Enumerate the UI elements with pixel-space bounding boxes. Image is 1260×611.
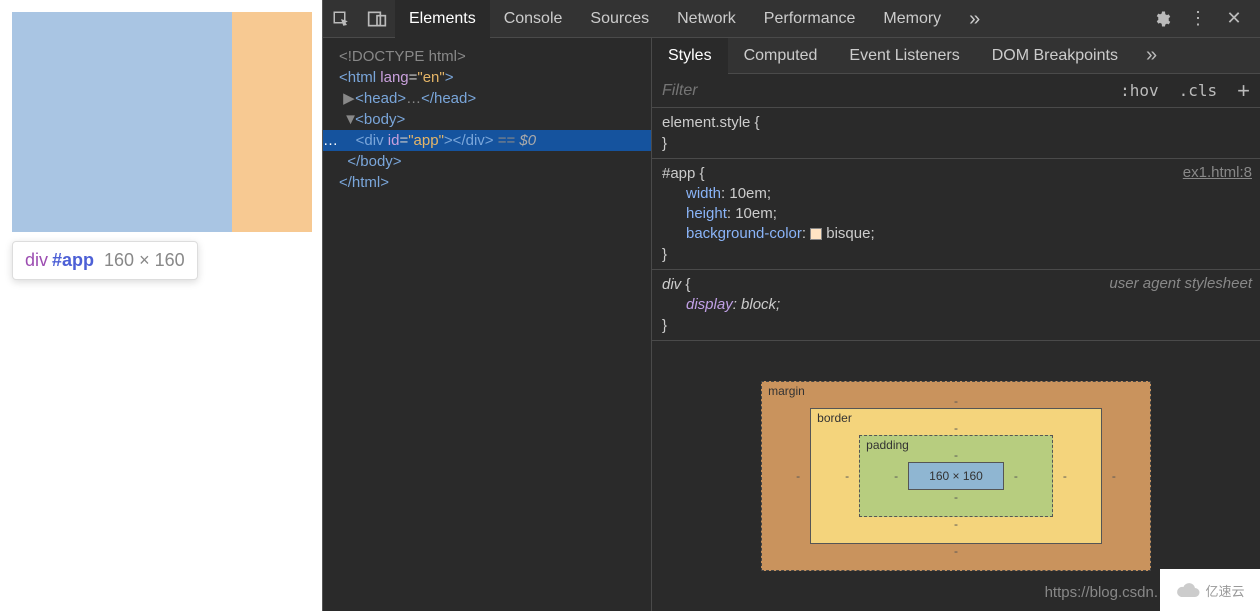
padding-label: padding <box>866 438 909 452</box>
dom-body-close[interactable]: </body> <box>323 151 651 172</box>
styles-filter-row: :hov .cls + <box>652 74 1260 108</box>
tooltip-selector: #app <box>52 250 94 270</box>
cls-toggle[interactable]: .cls <box>1169 81 1228 100</box>
tooltip-tag: div <box>25 250 48 270</box>
dom-tree-panel[interactable]: <!DOCTYPE html> <html lang="en"> ▶<head>… <box>323 38 652 611</box>
csdn-watermark: https://blog.csdn. <box>1045 584 1158 601</box>
tabs-more-icon[interactable]: » <box>955 0 994 38</box>
stab-event-listeners[interactable]: Event Listeners <box>833 38 975 74</box>
toolbar-right: ⋮ ✕ <box>1144 5 1260 33</box>
page-body-box <box>12 12 312 232</box>
hov-toggle[interactable]: :hov <box>1110 81 1169 100</box>
tab-network[interactable]: Network <box>663 0 750 38</box>
stab-styles[interactable]: Styles <box>652 38 728 74</box>
rule-element-style[interactable]: element.style { } <box>652 108 1260 159</box>
content-box: 160 × 160 <box>908 462 1004 490</box>
dom-doctype[interactable]: <!DOCTYPE html> <box>323 46 651 67</box>
dom-html-open[interactable]: <html lang="en"> <box>323 67 651 88</box>
tab-sources[interactable]: Sources <box>576 0 663 38</box>
devtools-window: Elements Console Sources Network Perform… <box>323 0 1260 611</box>
border-label: border <box>817 411 852 425</box>
styles-filter-input[interactable] <box>652 82 1110 100</box>
tab-console[interactable]: Console <box>490 0 577 38</box>
stab-computed[interactable]: Computed <box>728 38 834 74</box>
devtools-body: <!DOCTYPE html> <html lang="en"> ▶<head>… <box>323 38 1260 611</box>
rule-app[interactable]: ex1.html:8 #app { width: 10em; height: 1… <box>652 159 1260 270</box>
devtools-toolbar: Elements Console Sources Network Perform… <box>323 0 1260 38</box>
new-rule-button[interactable]: + <box>1227 78 1260 104</box>
inspect-icon[interactable] <box>327 5 355 33</box>
margin-label: margin <box>768 384 805 398</box>
page-viewport: div#app 160 × 160 <box>0 0 323 611</box>
stabs-more-icon[interactable]: » <box>1134 44 1169 67</box>
dom-head[interactable]: ▶<head>…</head> <box>323 88 651 109</box>
tab-memory[interactable]: Memory <box>869 0 955 38</box>
dom-selected-div[interactable]: … <div id="app"></div> == $0 <box>323 130 651 151</box>
tab-elements[interactable]: Elements <box>395 0 490 38</box>
rule-div-ua[interactable]: user agent stylesheet div { display: blo… <box>652 270 1260 341</box>
devtools-tabs: Elements Console Sources Network Perform… <box>395 0 1144 38</box>
styles-tabs: Styles Computed Event Listeners DOM Brea… <box>652 38 1260 74</box>
gear-icon[interactable] <box>1148 5 1176 33</box>
stab-dom-breakpoints[interactable]: DOM Breakpoints <box>976 38 1134 74</box>
kebab-icon[interactable]: ⋮ <box>1184 5 1212 33</box>
ua-stylesheet-note: user agent stylesheet <box>1109 274 1252 294</box>
close-icon[interactable]: ✕ <box>1220 5 1248 33</box>
box-model-diagram[interactable]: margin - - border - - <box>761 381 1151 571</box>
dom-body-open[interactable]: ▼<body> <box>323 109 651 130</box>
device-toggle-icon[interactable] <box>363 5 391 33</box>
yisu-logo-watermark: 亿速云 <box>1160 569 1260 611</box>
element-tooltip: div#app 160 × 160 <box>12 241 198 280</box>
dom-html-close[interactable]: </html> <box>323 172 651 193</box>
color-swatch-bisque[interactable] <box>810 228 822 240</box>
rule-source-link[interactable]: ex1.html:8 <box>1183 163 1252 183</box>
cloud-icon <box>1175 580 1201 600</box>
tooltip-dimensions: 160 × 160 <box>104 250 185 270</box>
tab-performance[interactable]: Performance <box>750 0 870 38</box>
styles-panel: Styles Computed Event Listeners DOM Brea… <box>652 38 1260 611</box>
app-element-highlight <box>12 12 232 232</box>
